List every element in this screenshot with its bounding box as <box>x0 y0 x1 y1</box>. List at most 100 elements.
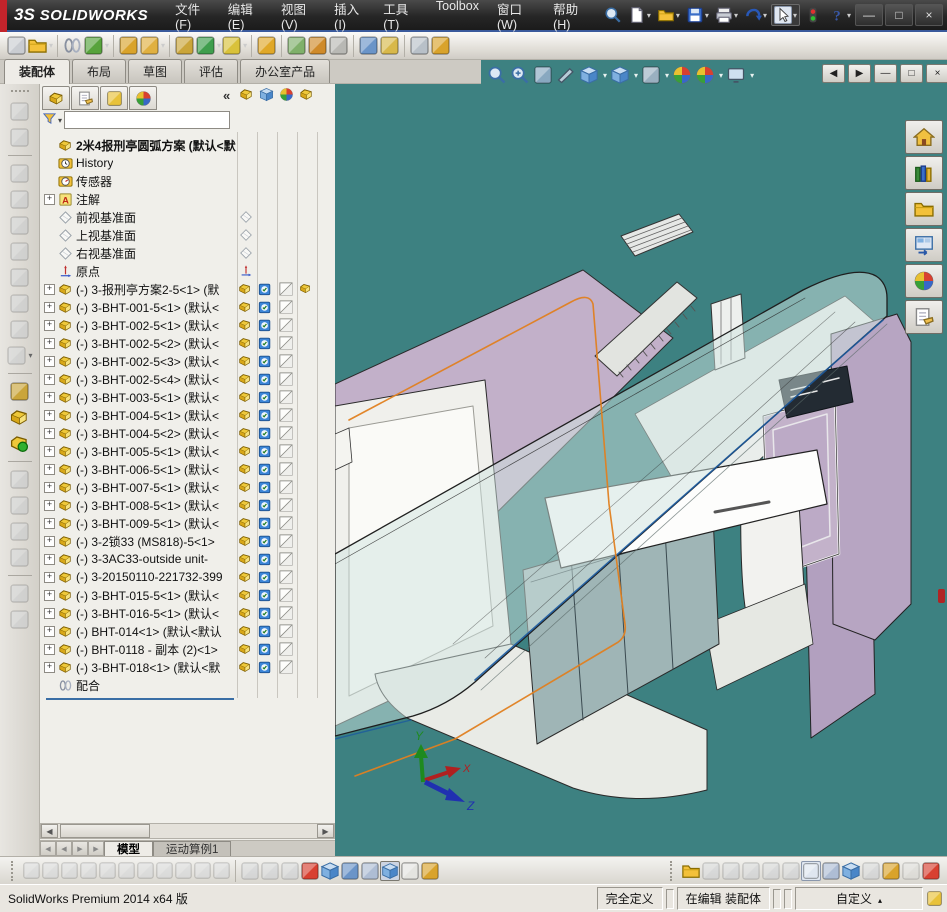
display-mode-icon[interactable] <box>258 390 272 404</box>
maximize-window-button[interactable]: □ <box>885 4 913 26</box>
display-appearance-icon[interactable] <box>279 390 293 404</box>
expand-toggle[interactable]: + <box>44 571 55 583</box>
display-hide-show-icon[interactable] <box>238 642 252 656</box>
part-icon[interactable] <box>58 300 73 315</box>
display-appearance-icon[interactable] <box>279 606 293 620</box>
explode-line-sketch-icon[interactable] <box>328 35 349 56</box>
component-pattern-icon[interactable] <box>83 35 104 56</box>
tree-item[interactable]: + (-) 3-20150110-221732-399 <box>40 568 335 586</box>
edit-appearance-icon[interactable] <box>672 65 692 85</box>
part-icon[interactable] <box>58 642 73 657</box>
expand-toggle[interactable]: + <box>44 391 55 403</box>
display-mode-icon[interactable] <box>258 570 272 584</box>
part-icon[interactable] <box>58 606 73 621</box>
display-mode-icon[interactable] <box>258 444 272 458</box>
rotate-component-tool-button[interactable] <box>9 293 30 314</box>
display-hide-show-icon[interactable] <box>238 480 252 494</box>
display-mode-icon[interactable] <box>258 606 272 620</box>
measure-2-icon[interactable] <box>881 861 901 881</box>
display-appearance-icon[interactable] <box>279 282 293 296</box>
plane-icon[interactable] <box>58 210 73 225</box>
instant3d-icon[interactable] <box>358 35 379 56</box>
mate-icon[interactable] <box>62 35 83 56</box>
expand-toggle[interactable]: + <box>44 535 55 547</box>
display-mode-icon[interactable] <box>258 336 272 350</box>
lock-mate-icon[interactable] <box>9 381 30 402</box>
collision-2-icon[interactable] <box>921 861 941 881</box>
custom-dropdown-arrow[interactable]: ▴ <box>878 896 882 905</box>
tab-装配体[interactable]: 装配体 <box>4 59 71 84</box>
part-icon[interactable] <box>58 318 73 333</box>
edit-part-icon[interactable] <box>9 215 30 236</box>
display-mode-icon[interactable] <box>258 408 272 422</box>
new-motion-study-icon[interactable] <box>256 35 277 56</box>
mate-tool-button[interactable] <box>9 241 30 262</box>
collapse-panel-button[interactable]: « <box>223 88 230 103</box>
display-appearance-icon[interactable] <box>279 498 293 512</box>
expand-toggle[interactable]: + <box>44 607 55 619</box>
display-mode-icon[interactable] <box>258 282 272 296</box>
display-hide-show-icon[interactable] <box>238 444 252 458</box>
display-material-icon[interactable] <box>299 282 312 295</box>
display-hide-show-icon[interactable] <box>238 588 252 602</box>
tree-item[interactable]: + (-) BHT-014<1> (默认<默认 <box>40 622 335 640</box>
view-settings-icon[interactable] <box>726 65 746 85</box>
display-hide-show-icon[interactable] <box>238 570 252 584</box>
display-appearance-icon[interactable] <box>279 462 293 476</box>
tree-item[interactable]: + (-) 3-BHT-002-5<3> (默认< <box>40 352 335 370</box>
custom-properties-tab[interactable] <box>905 300 943 334</box>
part-icon[interactable] <box>58 552 73 567</box>
file-explorer-icon[interactable] <box>913 198 935 220</box>
insert-component-tool-button[interactable] <box>9 189 30 210</box>
isolate-icon[interactable] <box>9 407 30 428</box>
measure-icon[interactable] <box>430 35 451 56</box>
hide-component-icon[interactable] <box>9 609 30 630</box>
shaded-with-edges-icon[interactable] <box>380 860 400 881</box>
solidworks-resources-icon[interactable] <box>913 126 935 148</box>
display-hide-show-icon[interactable] <box>238 318 252 332</box>
display-appearance-icon[interactable] <box>279 354 293 368</box>
open-document-button[interactable]: ▾ <box>655 5 682 25</box>
apply-scene-icon[interactable] <box>695 65 715 85</box>
zoom-to-area-icon[interactable] <box>510 65 530 85</box>
select-icon[interactable] <box>773 6 792 24</box>
part-icon[interactable] <box>58 282 73 297</box>
edit-part-button[interactable] <box>9 215 30 236</box>
expand-toggle[interactable]: + <box>44 337 55 349</box>
part-icon[interactable] <box>58 498 73 513</box>
sketch-line-icon[interactable] <box>60 861 79 880</box>
copy-with-mates-button[interactable] <box>9 127 30 148</box>
relation-parallel-icon[interactable] <box>174 861 193 880</box>
origin-icon[interactable] <box>58 264 73 279</box>
menu-7[interactable]: 窗口(W) <box>488 0 544 36</box>
make-subassembly-button[interactable] <box>9 495 30 516</box>
insert-component-tool-icon[interactable] <box>9 189 30 210</box>
expand-toggle[interactable]: + <box>44 661 55 673</box>
close-window-button[interactable]: × <box>915 4 943 26</box>
tree-item[interactable]: + (-) 3-BHT-001-5<1> (默认< <box>40 298 335 316</box>
display-mode-icon[interactable] <box>258 660 272 674</box>
file-explorer-tab[interactable] <box>905 192 943 226</box>
configurationmanager-tab-icon[interactable] <box>106 90 123 107</box>
previous-view-icon[interactable] <box>533 65 553 85</box>
sketch-angle-icon[interactable] <box>117 861 136 880</box>
display-appearance-icon[interactable] <box>279 336 293 350</box>
expand-toggle[interactable]: + <box>44 517 55 529</box>
undo-button[interactable]: ▾ <box>742 5 769 25</box>
display-mode-icon[interactable] <box>258 480 272 494</box>
show-hidden-components-icon[interactable] <box>174 35 195 56</box>
expand-toggle[interactable]: + <box>44 553 55 565</box>
annotation-table-icon[interactable] <box>360 861 380 881</box>
display-appearance-icon[interactable] <box>279 300 293 314</box>
display-mode-icon[interactable] <box>258 588 272 602</box>
view-palette-tab[interactable] <box>905 228 943 262</box>
display-plane-icon[interactable] <box>239 246 253 260</box>
display-hide-show-icon[interactable] <box>238 624 252 638</box>
tree-item[interactable]: + (-) 3-BHT-015-5<1> (默认< <box>40 586 335 604</box>
display-appearance-icon[interactable] <box>279 408 293 422</box>
display-hide-show-icon[interactable] <box>238 336 252 350</box>
hide-annotation-icon[interactable] <box>761 861 781 881</box>
copy-with-mates-icon[interactable] <box>9 127 30 148</box>
tab-布局[interactable]: 布局 <box>72 59 127 83</box>
dropdown-arrow-icon[interactable]: ▾ <box>719 71 723 80</box>
